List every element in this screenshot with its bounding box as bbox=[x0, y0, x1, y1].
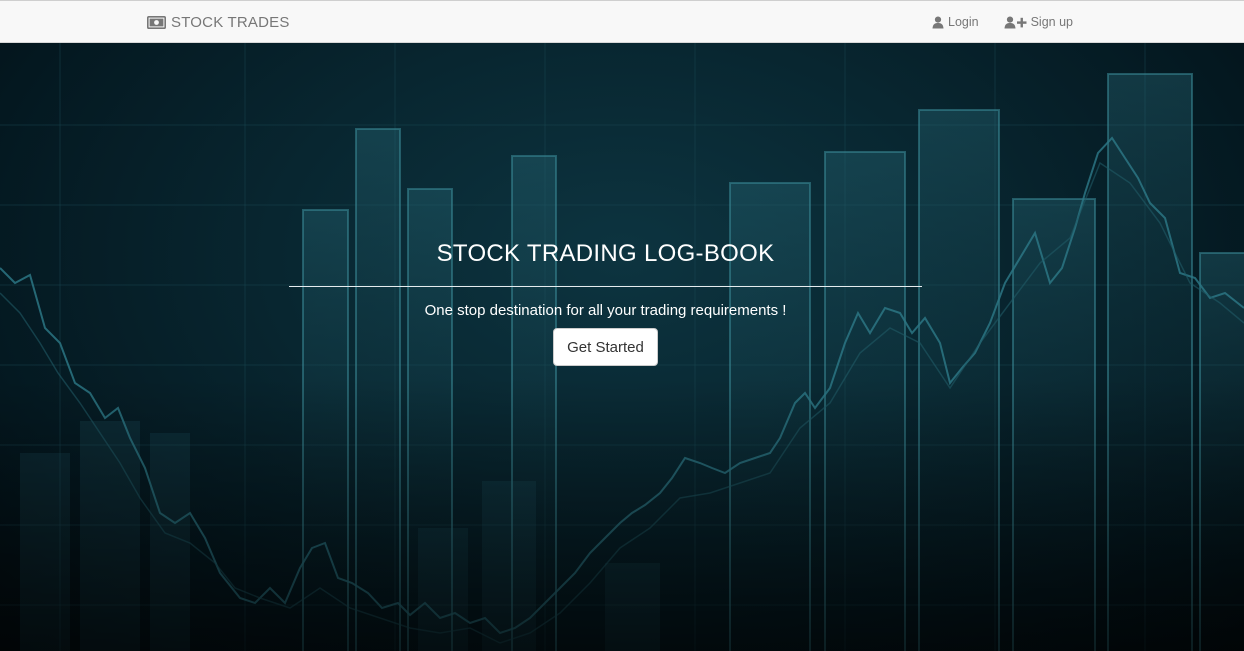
hero-title: STOCK TRADING LOG-BOOK bbox=[436, 240, 775, 267]
get-started-button[interactable]: Get Started bbox=[553, 328, 658, 366]
user-icon bbox=[932, 16, 944, 29]
brand-link[interactable]: STOCK TRADES bbox=[147, 1, 290, 43]
login-link[interactable]: Login bbox=[932, 15, 979, 29]
hero-content: STOCK TRADING LOG-BOOK One stop destinat… bbox=[289, 43, 922, 651]
hero-divider bbox=[289, 286, 922, 287]
top-navbar: STOCK TRADES Login Sign up bbox=[0, 0, 1244, 43]
brand-label: STOCK TRADES bbox=[171, 13, 290, 31]
hero-section: STOCK TRADING LOG-BOOK One stop destinat… bbox=[0, 43, 1244, 651]
nav-right-links: Login Sign up bbox=[907, 1, 1073, 43]
signup-label: Sign up bbox=[1030, 15, 1073, 29]
login-label: Login bbox=[948, 15, 979, 29]
hero-subtitle: One stop destination for all your tradin… bbox=[424, 302, 787, 319]
signup-link[interactable]: Sign up bbox=[1004, 15, 1073, 29]
user-plus-icon bbox=[1004, 16, 1027, 29]
money-icon bbox=[147, 15, 166, 29]
